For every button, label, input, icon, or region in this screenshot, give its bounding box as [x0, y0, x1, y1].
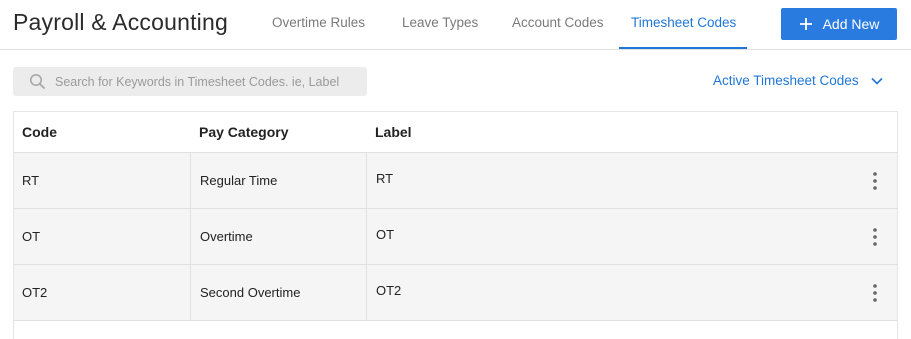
cell-label: OT — [376, 227, 395, 242]
cell-label: OT2 — [376, 283, 402, 298]
page-header: Payroll & Accounting Overtime Rules Leav… — [0, 0, 911, 50]
timesheet-codes-table: Code Pay Category Label RT Regular Time … — [13, 111, 898, 339]
column-header-code: Code — [22, 124, 57, 140]
cell-code: OT — [22, 229, 41, 244]
table-header: Code Pay Category Label — [14, 112, 897, 153]
table-row[interactable]: RT Regular Time RT — [14, 153, 897, 209]
status-filter-value: Active Timesheet Codes — [713, 73, 859, 88]
cell-pay-category: Overtime — [190, 209, 367, 264]
table-row[interactable]: OT2 Second Overtime OT2 — [14, 265, 897, 321]
search-box — [13, 67, 367, 96]
search-input[interactable] — [55, 67, 361, 96]
tab-leave-types[interactable]: Leave Types — [402, 15, 478, 30]
kebab-menu-icon[interactable] — [866, 227, 884, 247]
column-header-pay-category: Pay Category — [199, 124, 289, 140]
column-header-label: Label — [375, 124, 412, 140]
table-row[interactable]: OT Overtime OT — [14, 209, 897, 265]
active-tab-indicator — [619, 47, 747, 49]
cell-pay-category: Second Overtime — [190, 265, 367, 320]
chevron-down-icon — [871, 77, 883, 85]
tab-account-codes[interactable]: Account Codes — [512, 15, 604, 30]
add-new-label: Add New — [822, 16, 880, 32]
kebab-menu-icon[interactable] — [866, 171, 884, 191]
status-filter-dropdown[interactable]: Active Timesheet Codes — [713, 73, 883, 88]
cell-code: OT2 — [22, 285, 48, 300]
cell-code: RT — [22, 173, 40, 188]
add-new-button[interactable]: Add New — [781, 8, 897, 40]
tab-timesheet-codes[interactable]: Timesheet Codes — [631, 15, 736, 30]
cell-pay-category: Regular Time — [190, 153, 367, 208]
page-title: Payroll & Accounting — [13, 9, 228, 35]
kebab-menu-icon[interactable] — [866, 283, 884, 303]
cell-label: RT — [376, 171, 394, 186]
tab-overtime-rules[interactable]: Overtime Rules — [272, 15, 365, 30]
plus-icon — [799, 17, 813, 31]
